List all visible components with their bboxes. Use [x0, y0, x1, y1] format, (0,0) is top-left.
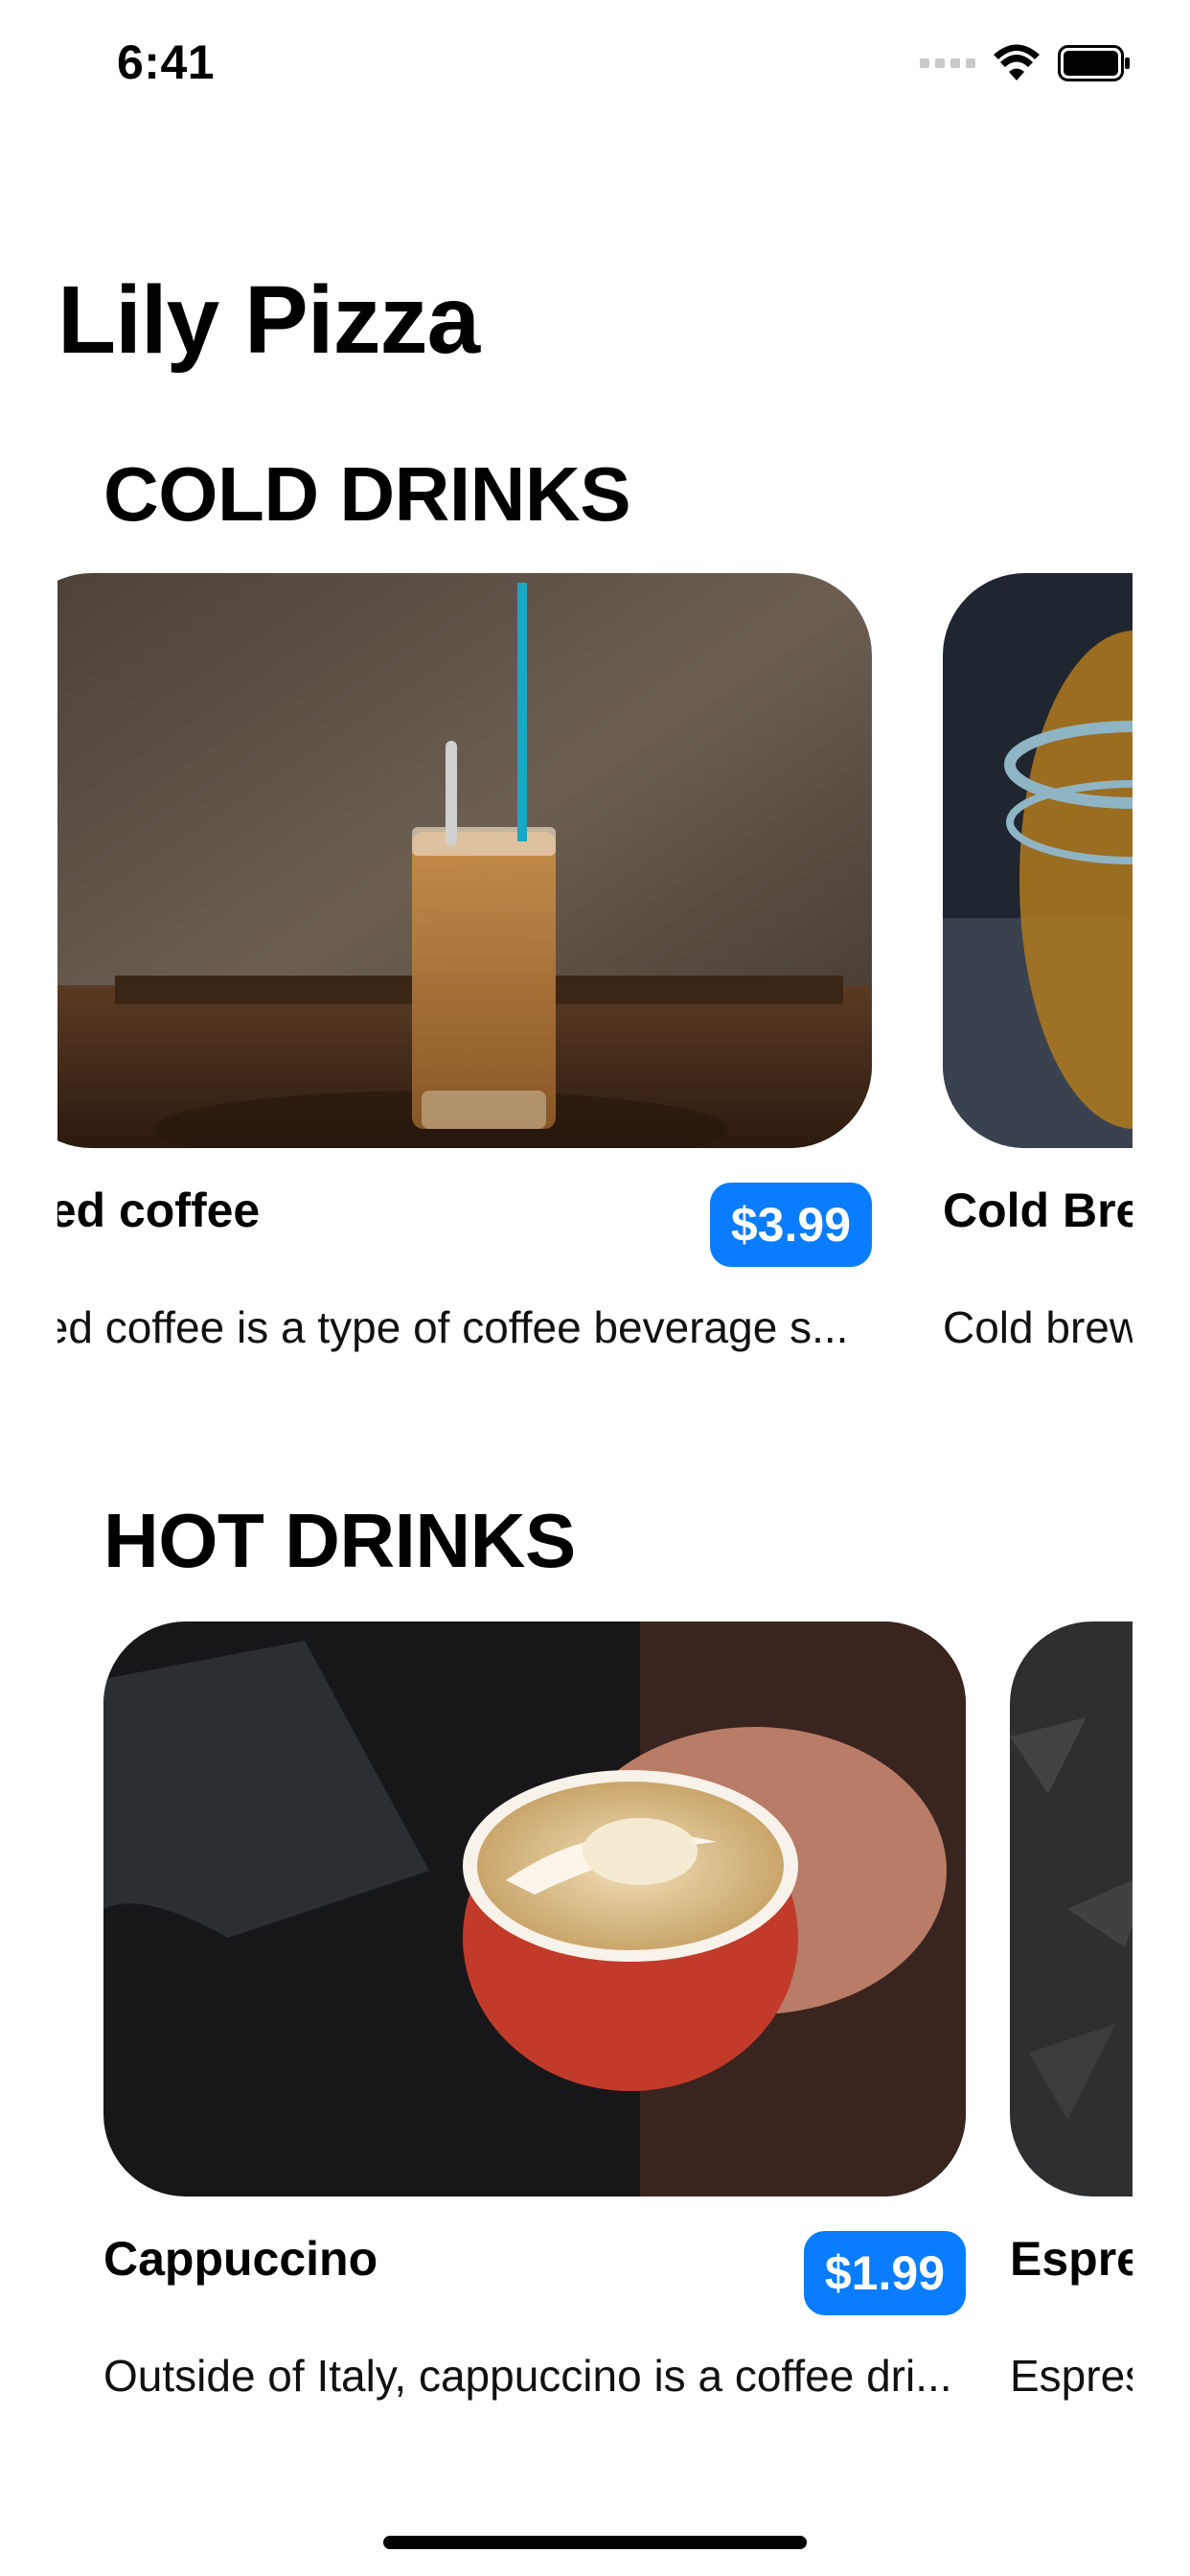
- section-title-hot-drinks: HOT DRINKS: [103, 1498, 576, 1583]
- drink-description: Iced coffee is a type of coffee beverage…: [57, 1302, 849, 1352]
- cappuccino-photo: [103, 1622, 966, 2196]
- cold-brew-info: Cold Bre: [943, 1148, 1133, 1311]
- drink-description: Espres: [1010, 2351, 1133, 2401]
- drink-description: Outside of Italy, cappuccino is a coffee…: [103, 2351, 952, 2401]
- cold-brew-photo: [943, 573, 1133, 1148]
- espresso-info: Espre: [1010, 2196, 1133, 2359]
- drink-card-espresso[interactable]: Espre Espres: [1010, 1622, 1133, 2401]
- iced-coffee-info: Iced coffee $3.99: [57, 1148, 891, 1311]
- drink-description: Cold brew: [943, 1302, 1133, 1352]
- screen: 6:41 Lily Pizza COLD DRINKS ed coffee $3…: [0, 0, 1190, 2576]
- page-title: Lily Pizza: [57, 266, 480, 374]
- status-time: 6:41: [117, 35, 216, 89]
- drink-name: Espre: [1010, 2232, 1133, 2286]
- drink-name: Cold Bre: [943, 1184, 1133, 1237]
- drink-card-cappuccino[interactable]: Cappuccino $1.99 Outside of Italy, cappu…: [103, 1622, 985, 2401]
- section-title-cold-drinks: COLD DRINKS: [103, 451, 631, 537]
- espresso-photo: [1010, 1622, 1133, 2196]
- battery-icon: [1058, 45, 1130, 81]
- drink-card-iced-coffee[interactable]: Iced coffee $3.99 Iced coffee is a type …: [57, 573, 891, 1352]
- home-indicator[interactable]: [383, 2536, 807, 2549]
- iced-coffee-photo: [57, 573, 872, 1148]
- drink-card-cold-brew[interactable]: Cold Bre Cold brew: [943, 573, 1133, 1352]
- price-badge[interactable]: $3.99: [709, 1183, 872, 1267]
- cappuccino-info: Cappuccino $1.99: [103, 2196, 985, 2359]
- cold-drinks-carousel[interactable]: Iced coffee $3.99 Iced coffee is a type …: [57, 573, 1133, 1416]
- hot-drinks-carousel[interactable]: Cappuccino $1.99 Outside of Italy, cappu…: [57, 1622, 1133, 2465]
- signal-icon: [920, 58, 975, 68]
- drink-name: Iced coffee: [57, 1184, 261, 1237]
- status-icons: [920, 42, 1131, 84]
- price-badge[interactable]: $1.99: [803, 2231, 966, 2315]
- wifi-icon: [994, 44, 1040, 80]
- drink-name: Cappuccino: [103, 2232, 378, 2286]
